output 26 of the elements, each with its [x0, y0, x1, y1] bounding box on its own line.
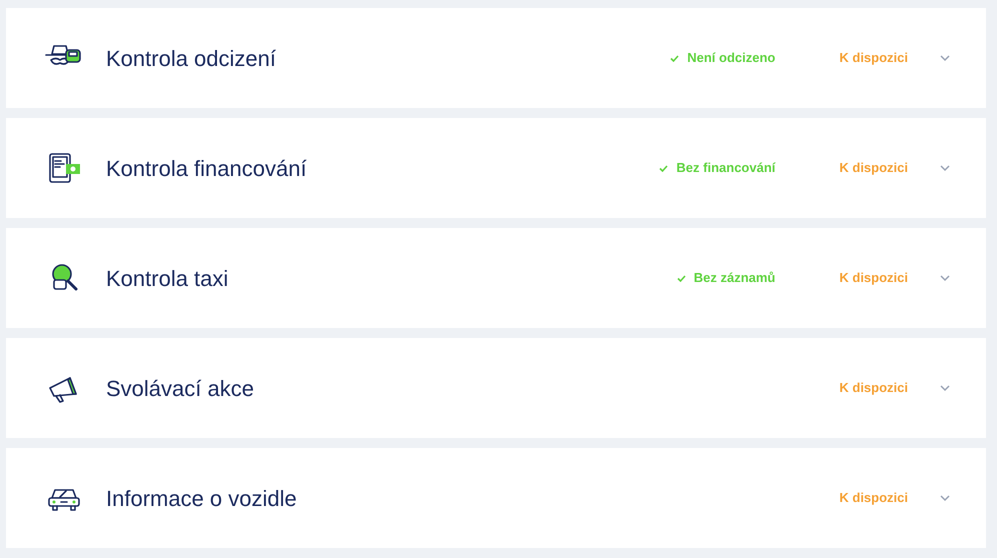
chevron-icon[interactable]	[940, 164, 950, 172]
check-card[interactable]: Kontrola odcizení Není odcizeno K dispozici	[6, 8, 986, 108]
result-status: Bez záznamů	[694, 269, 776, 288]
availability-status: K dispozici	[839, 159, 908, 178]
availability-status: K dispozici	[839, 489, 908, 508]
check-card[interactable]: Kontrola taxi Bez záznamů K dispozici	[6, 228, 986, 328]
check-card[interactable]: Kontrola financování Bez financování K dispozici	[6, 118, 986, 218]
check-title: Kontrola taxi	[106, 264, 228, 292]
availability-status: K dispozici	[839, 379, 908, 398]
check-card[interactable]: Svolávací akce K dispozici	[6, 338, 986, 438]
result-status: Bez financování	[676, 159, 776, 178]
chevron-icon[interactable]	[940, 54, 950, 62]
availability-status: K dispozici	[839, 269, 908, 288]
check-card[interactable]: Informace o vozidle K dispozici	[6, 448, 986, 548]
check-title: Kontrola odcizení	[106, 44, 276, 72]
chevron-icon[interactable]	[940, 494, 950, 502]
chevron-icon[interactable]	[940, 384, 950, 392]
check-title: Informace o vozidle	[106, 484, 297, 512]
availability-status: K dispozici	[839, 49, 908, 68]
check-icon	[659, 164, 668, 172]
check-icon	[676, 274, 686, 282]
result-status: Není odcizeno	[687, 49, 776, 68]
check-icon	[670, 54, 680, 62]
check-title: Kontrola financování	[106, 154, 307, 182]
check-title: Svolávací akce	[106, 374, 254, 402]
chevron-icon[interactable]	[940, 274, 950, 282]
